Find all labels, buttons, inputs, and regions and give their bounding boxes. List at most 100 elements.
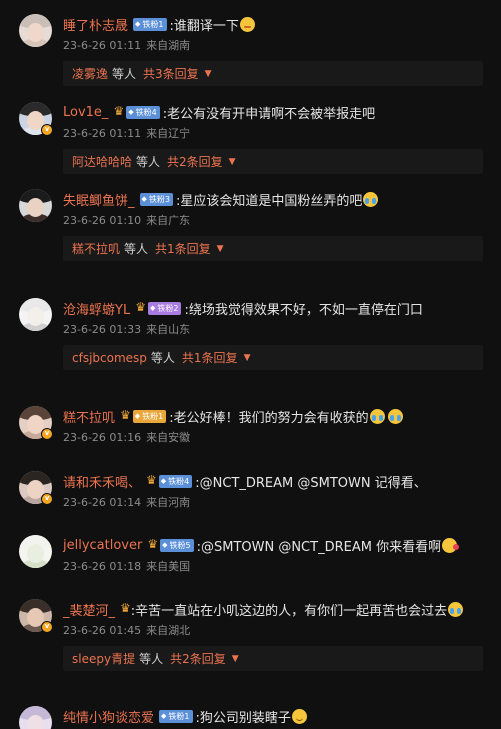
reply-username-link[interactable]: 糕不拉叽 [72,240,120,257]
avatar[interactable]: v [19,471,53,505]
username-link[interactable]: 睡了朴志晟 [63,15,128,34]
fan-badge-label: 铁粉3 [148,194,170,204]
chevron-down-icon[interactable]: ▼ [217,244,224,254]
fan-badge-label: 铁粉1 [168,711,190,721]
comment-header: 请和禾禾喝、 ♛ ◆ 铁粉4:@NCT_DREAM @SMTOWN 记得看、 [63,471,427,491]
diamond-icon: ◆ [128,108,134,116]
replies-bar[interactable]: 凌雾逸 等人 共3条回复 ▼ [63,61,483,86]
reply-suffix: 等人 [150,351,175,365]
comment-header: 睡了朴志晟 ◆ 铁粉1:谁翻译一下 [63,14,255,34]
crown-icon: ♛ [146,473,157,487]
username-link[interactable]: 请和禾禾喝、 [63,472,141,491]
username-link[interactable]: _裴楚河_ [63,600,115,619]
avatar[interactable] [19,189,52,222]
username-link[interactable]: jellycatlover [63,538,142,553]
replies-bar[interactable]: sleepy青提 等人 共2条回复 ▼ [63,646,483,671]
cry-emoji-icon [363,191,379,207]
reply-suffix: 等人 [136,155,161,169]
reply-count-link[interactable]: 共1条回复 [155,240,211,257]
username-link[interactable]: 失眠鲫鱼饼_ [63,190,135,209]
replies-bar[interactable]: 阿达哈哈哈 等人 共2条回复 ▼ [63,149,483,174]
comment-meta: 23-6-26 01:10 来自广东 [63,212,190,228]
fan-badge[interactable]: ◆ 铁粉1 [132,409,167,423]
avatar[interactable] [19,535,52,568]
avatar-face [27,715,44,729]
comment-text: :星应该会知道是中国粉丝弄的吧 [176,193,363,209]
comment-time: 23-6-26 01:18 [63,560,142,573]
username-link[interactable]: Lov1e_ [63,105,108,120]
diamond-icon: ◆ [162,541,168,549]
cry-emoji-icon [387,408,403,424]
comment-location: 来自安徽 [146,431,191,444]
comment-meta: 23-6-26 01:33 来自山东 [63,321,190,337]
avatar[interactable]: v [19,102,53,136]
reply-username-link[interactable]: sleepy青提 [72,650,135,667]
comment-location: 来自湖北 [146,624,191,637]
avatar-image [19,298,52,331]
comment-time: 23-6-26 01:10 [63,214,142,227]
comment-header: 沧海蜉蝣YL ♛ ◆ 铁粉2:绕场我觉得效果不好，不如一直停在门口 [63,298,423,318]
comment-meta: 23-6-26 01:11 来自湖南 [63,37,190,53]
fan-badge[interactable]: ◆ 铁粉2 [147,301,182,315]
verified-badge-icon: v [41,621,53,633]
reply-username-link[interactable]: 阿达哈哈哈 [72,153,132,170]
comment-text: :辛苦一直站在小叽这边的人，有你们一起再苦也会过去 [130,603,448,619]
comment-time: 23-6-26 01:11 [63,127,142,140]
reply-count-link[interactable]: 共2条回复 [170,650,226,667]
comment-meta: 23-6-26 01:18 来自美国 [63,558,190,574]
avatar-face [27,23,44,42]
avatar[interactable] [19,14,52,47]
comment-location: 来自辽宁 [146,127,191,140]
username-link[interactable]: 糕不拉叽 [63,407,115,426]
reply-count-link[interactable]: 共2条回复 [167,153,223,170]
avatar[interactable]: v [19,599,53,633]
fan-badge-label: 铁粉1 [142,19,164,29]
crown-icon: ♛ [113,104,125,118]
reply-suffix: 等人 [124,242,149,256]
reply-username-link[interactable]: 凌雾逸 [72,65,108,82]
comment-header: 纯情小狗谈恋爱 ◆ 铁粉1:狗公司别装瞎子 [63,706,307,726]
replies-bar[interactable]: 糕不拉叽 等人 共1条回复 ▼ [63,236,483,261]
fan-badge-label: 铁粉5 [169,540,191,550]
fan-badge-label: 铁粉1 [142,411,164,421]
verified-badge-icon: v [41,493,53,505]
avatar[interactable] [19,706,52,729]
comment-meta: 23-6-26 01:45 来自湖北 [63,622,190,638]
fan-badge[interactable]: ◆ 铁粉1 [159,709,193,723]
avatar[interactable]: v [19,406,53,440]
cry2-emoji-icon [369,408,385,424]
fan-badge[interactable]: ◆ 铁粉3 [139,192,173,206]
comment-time: 23-6-26 01:16 [63,431,142,444]
reply-count-link[interactable]: 共3条回复 [143,65,199,82]
reply-count-link[interactable]: 共1条回复 [182,349,238,366]
fan-badge[interactable]: ◆ 铁粉4 [158,474,193,488]
fan-badge[interactable]: ◆ 铁粉4 [126,105,160,119]
username-link[interactable]: 纯情小狗谈恋爱 [63,707,154,726]
comment-time: 23-6-26 01:33 [63,323,142,336]
username-link[interactable]: 沧海蜉蝣YL [63,299,130,318]
avatar[interactable] [19,298,52,331]
comment-location: 来自广东 [146,214,191,227]
fan-badge[interactable]: ◆ 铁粉5 [160,538,194,552]
crown-icon: ♛ [120,408,131,422]
shy-emoji-icon [239,16,255,32]
fan-badge[interactable]: ◆ 铁粉1 [133,17,167,31]
verified-badge-icon: v [41,428,53,440]
smile-emoji-icon [291,708,307,724]
diamond-icon: ◆ [135,20,141,28]
chevron-down-icon[interactable]: ▼ [205,69,212,79]
comment-text: :谁翻译一下 [169,18,239,34]
replies-bar[interactable]: cfsjbcomesp 等人 共1条回复 ▼ [63,345,483,370]
chevron-down-icon[interactable]: ▼ [229,157,236,167]
reply-username-link[interactable]: cfsjbcomesp [72,351,147,365]
comment-location: 来自河南 [146,496,191,509]
diamond-icon: ◆ [160,477,167,485]
avatar-face [27,198,44,217]
chevron-down-icon[interactable]: ▼ [244,353,251,363]
avatar-image [19,14,52,47]
chevron-down-icon[interactable]: ▼ [232,654,239,664]
comment-text: :@SMTOWN @NCT_DREAM 你来看看啊 [196,539,442,555]
comment-header: jellycatlover ♛ ◆ 铁粉5:@SMTOWN @NCT_DREAM 你来… [63,535,460,555]
comment-time: 23-6-26 01:11 [63,39,142,52]
fan-badge-label: 铁粉4 [168,476,190,486]
